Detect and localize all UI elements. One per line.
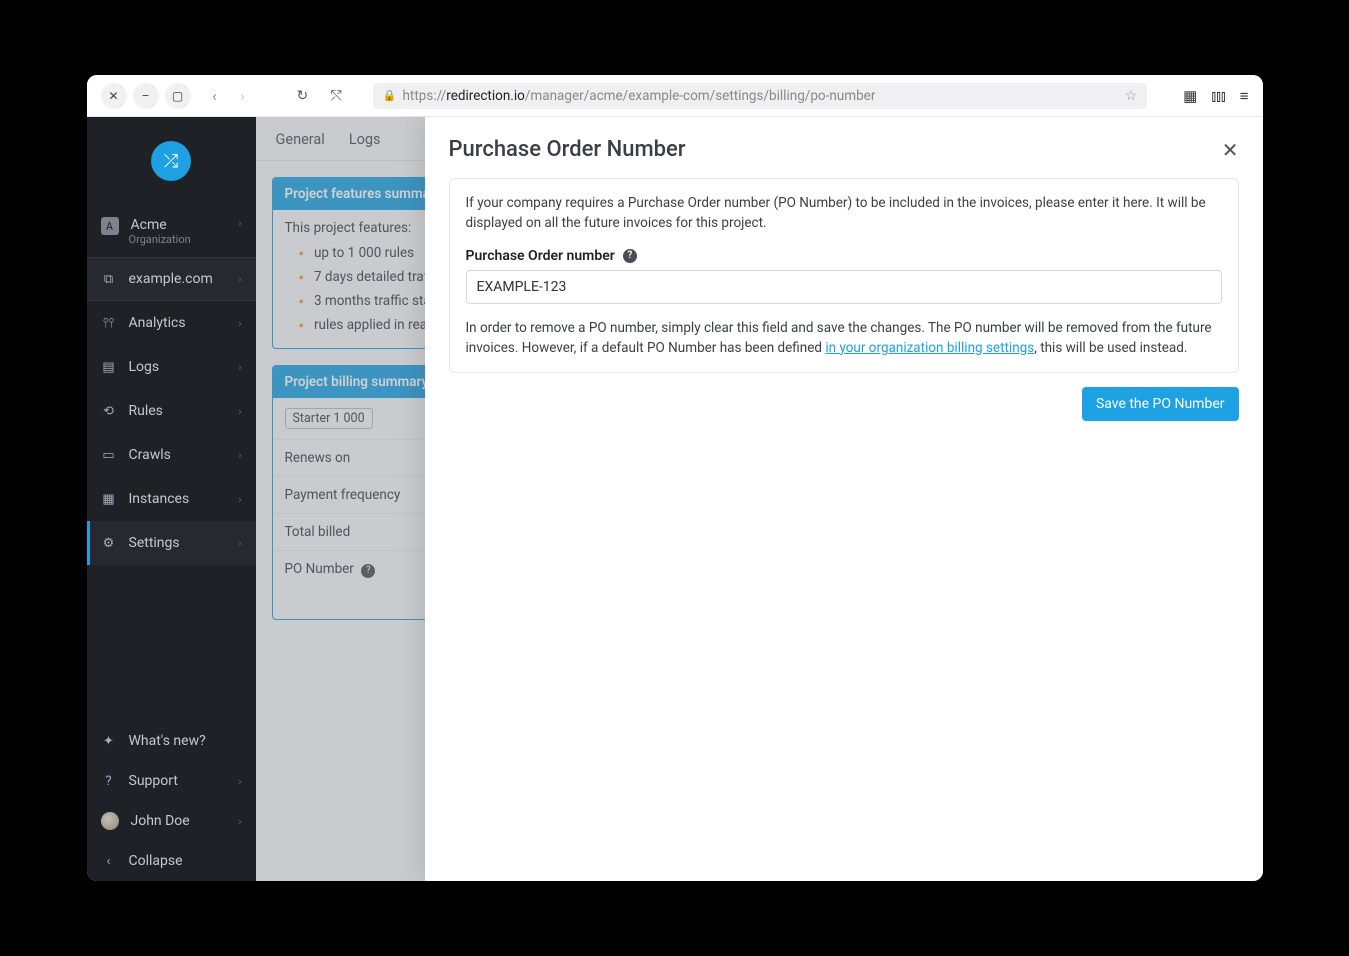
po-description: If your company requires a Purchase Orde… bbox=[466, 193, 1222, 234]
user-avatar bbox=[101, 812, 119, 830]
minimize-window-button[interactable]: – bbox=[133, 83, 159, 109]
collapse-label: Collapse bbox=[129, 853, 183, 869]
drawer-header: Purchase Order Number ✕ bbox=[449, 137, 1239, 162]
sidebar-item-label: Support bbox=[129, 773, 178, 789]
sidebar-bottom: ✦ What's new? ? Support › John Doe › ‹ C… bbox=[87, 721, 256, 881]
app-root: ⤮ A Acme › Organization ⧉ example.com › … bbox=[87, 117, 1263, 881]
user-name-label: John Doe bbox=[131, 813, 190, 829]
browser-window: ✕ – ▢ ‹ › ↻ ⤲ 🔒 https://redirection.io/m… bbox=[87, 75, 1263, 881]
drawer-actions: Save the PO Number bbox=[449, 387, 1239, 421]
sidebar: ⤮ A Acme › Organization ⧉ example.com › … bbox=[87, 117, 256, 881]
chevron-right-icon: › bbox=[238, 217, 241, 230]
shuffle-icon: ⤮ bbox=[151, 141, 191, 181]
sidebar-item-label: Analytics bbox=[129, 315, 186, 331]
gear-icon: ⚙ bbox=[101, 536, 117, 551]
project-icon: ⧉ bbox=[101, 272, 117, 287]
sidebar-org[interactable]: A Acme › Organization bbox=[87, 205, 256, 257]
app-logo[interactable]: ⤮ bbox=[87, 117, 256, 205]
maximize-window-button[interactable]: ▢ bbox=[165, 83, 191, 109]
po-number-input[interactable] bbox=[466, 270, 1222, 304]
bookmark-star-icon[interactable]: ☆ bbox=[1125, 88, 1138, 104]
close-icon[interactable]: ✕ bbox=[1222, 138, 1239, 162]
chevron-right-icon: › bbox=[238, 361, 241, 374]
forward-button[interactable]: › bbox=[235, 88, 251, 104]
library-icon[interactable]: ⫾⫾⫾ bbox=[1211, 87, 1225, 105]
drawer-title: Purchase Order Number bbox=[449, 137, 686, 162]
org-billing-settings-link[interactable]: in your organization billing settings bbox=[825, 340, 1034, 356]
browser-toolbar-right: ▦ ⫾⫾⫾ ≡ bbox=[1183, 87, 1248, 105]
menu-icon[interactable]: ≡ bbox=[1240, 87, 1249, 105]
sidebar-item-label: Crawls bbox=[129, 447, 171, 463]
chevron-right-icon: › bbox=[238, 405, 241, 418]
sidebar-item-settings[interactable]: ⚙ Settings › bbox=[87, 521, 256, 565]
instances-icon: ▦ bbox=[101, 492, 117, 507]
chevron-right-icon: › bbox=[238, 449, 241, 462]
reader-mode-button[interactable]: ⤲ bbox=[331, 88, 355, 104]
help-icon[interactable]: ? bbox=[623, 249, 637, 263]
browser-chrome: ✕ – ▢ ‹ › ↻ ⤲ 🔒 https://redirection.io/m… bbox=[87, 75, 1263, 117]
reload-button[interactable]: ↻ bbox=[297, 88, 317, 104]
sidebar-item-whatsnew[interactable]: ✦ What's new? bbox=[87, 721, 256, 761]
rules-icon: ⟲ bbox=[101, 404, 117, 419]
address-bar[interactable]: 🔒 https://redirection.io/manager/acme/ex… bbox=[373, 83, 1148, 109]
help-icon: ? bbox=[101, 774, 117, 789]
sparkle-icon: ✦ bbox=[101, 734, 117, 749]
sidebar-item-label: Rules bbox=[129, 403, 163, 419]
sidebar-item-user[interactable]: John Doe › bbox=[87, 801, 256, 841]
po-field-label: Purchase Order number ? bbox=[466, 248, 1222, 264]
po-form-card: If your company requires a Purchase Orde… bbox=[449, 178, 1239, 373]
po-number-drawer: Purchase Order Number ✕ If your company … bbox=[425, 117, 1263, 881]
org-sublabel: Organization bbox=[129, 233, 191, 246]
nav-buttons: ‹ › bbox=[207, 88, 251, 104]
window-controls: ✕ – ▢ bbox=[101, 83, 191, 109]
lock-icon: 🔒 bbox=[383, 89, 395, 102]
apps-icon[interactable]: ▦ bbox=[1183, 87, 1197, 105]
sidebar-item-crawls[interactable]: ▭ Crawls › bbox=[87, 433, 256, 477]
save-po-button[interactable]: Save the PO Number bbox=[1082, 387, 1239, 421]
sidebar-item-label: What's new? bbox=[129, 733, 206, 749]
org-name: Acme bbox=[131, 217, 167, 233]
sidebar-item-rules[interactable]: ⟲ Rules › bbox=[87, 389, 256, 433]
chevron-left-icon: ‹ bbox=[101, 854, 117, 869]
url-text: https://redirection.io/manager/acme/exam… bbox=[403, 88, 876, 104]
logs-icon: ▤ bbox=[101, 360, 117, 375]
chevron-right-icon: › bbox=[238, 317, 241, 330]
crawls-icon: ▭ bbox=[101, 448, 117, 463]
sidebar-item-label: Settings bbox=[129, 535, 180, 551]
po-hint: In order to remove a PO number, simply c… bbox=[466, 318, 1222, 359]
back-button[interactable]: ‹ bbox=[207, 88, 223, 104]
project-name: example.com bbox=[129, 271, 213, 287]
close-window-button[interactable]: ✕ bbox=[101, 83, 127, 109]
org-avatar: A bbox=[101, 217, 119, 235]
chevron-right-icon: › bbox=[238, 775, 241, 788]
sidebar-item-analytics[interactable]: ⫯⫯ Analytics › bbox=[87, 301, 256, 345]
chevron-right-icon: › bbox=[238, 273, 241, 286]
analytics-icon: ⫯⫯ bbox=[101, 316, 117, 331]
sidebar-item-logs[interactable]: ▤ Logs › bbox=[87, 345, 256, 389]
chevron-right-icon: › bbox=[238, 537, 241, 550]
sidebar-item-label: Instances bbox=[129, 491, 190, 507]
chevron-right-icon: › bbox=[238, 815, 241, 828]
sidebar-item-label: Logs bbox=[129, 359, 160, 375]
chevron-right-icon: › bbox=[238, 493, 241, 506]
sidebar-item-instances[interactable]: ▦ Instances › bbox=[87, 477, 256, 521]
main-content: General Logs Project features summary Th… bbox=[256, 117, 1263, 881]
sidebar-collapse[interactable]: ‹ Collapse bbox=[87, 841, 256, 881]
sidebar-project[interactable]: ⧉ example.com › bbox=[87, 257, 256, 301]
sidebar-item-support[interactable]: ? Support › bbox=[87, 761, 256, 801]
